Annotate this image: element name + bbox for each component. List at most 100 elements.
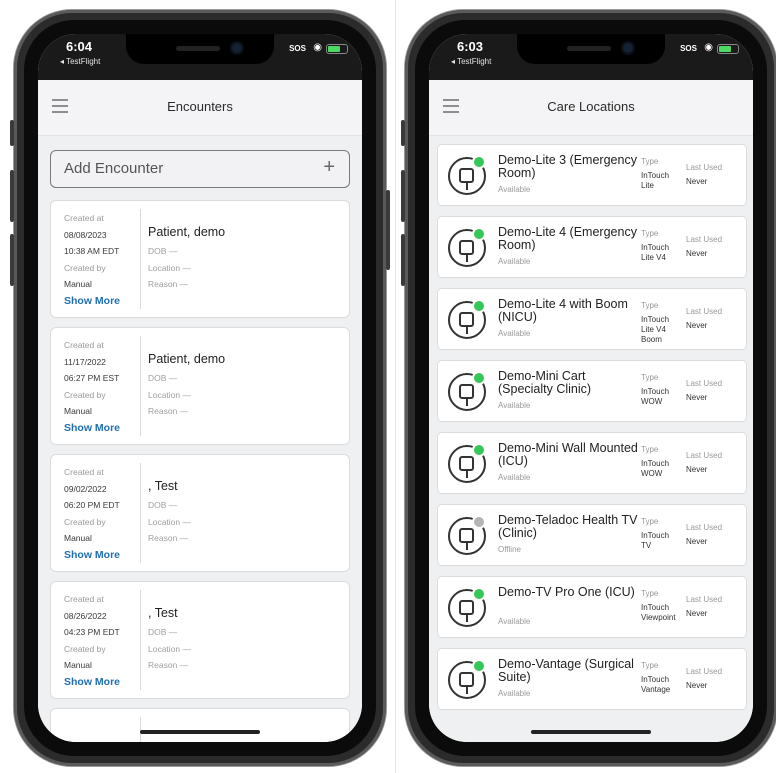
speaker [176,46,220,51]
back-to-testflight-link[interactable]: ◂ TestFlight [451,57,491,66]
device-screen-shape [459,240,474,255]
online-status-icon [472,587,486,601]
created-by-value: Manual [64,279,92,289]
patient-name: Patient, demo [148,225,226,239]
online-status-icon [472,299,486,313]
home-indicator[interactable] [531,730,651,734]
notch [517,34,665,64]
created-at-label: Created at [64,467,104,477]
device-screen-shape [459,384,474,399]
created-time: 06:20 PM EDT [64,500,120,510]
mute-switch [10,120,14,146]
availability-status: Offline [498,545,521,554]
device-stand-shape [466,471,468,478]
type-label: Type [641,589,659,598]
card-divider [140,336,141,436]
location-name: Demo-TV Pro One (ICU) [498,585,635,599]
encounter-card[interactable]: Created at 11/17/2022 06:27 PM EST Creat… [50,327,350,445]
device-type: InTouch Lite V4 [641,243,670,262]
status-time: 6:04 [66,39,93,54]
device-type: InTouch Viewpoint [641,603,676,622]
device-screen-shape [459,456,474,471]
device-stand-shape [466,327,468,334]
back-to-testflight-link[interactable]: ◂ TestFlight [60,57,100,66]
last-used-label: Last Used [686,307,723,316]
show-more-link[interactable]: Show More [64,547,142,564]
care-location-card[interactable]: Demo-Mini Wall Mounted (ICU) Available Typ… [437,432,747,494]
online-status-icon [472,371,486,385]
home-indicator[interactable] [140,730,260,734]
last-used-value: Never [686,537,708,546]
care-location-card[interactable]: Demo-Lite 3 (Emergency Room) Available Typ… [437,144,747,206]
availability-status: Available [498,617,531,626]
reason-field: Reason — [148,533,189,543]
online-status-icon [472,155,486,169]
power-button [386,190,390,270]
location-name: Demo-Lite 4 (Emergency Room) [498,225,637,252]
created-date: 08/26/2022 [64,610,107,621]
encounters-list: Add Encounter + Created at 08/08/2023 10… [38,136,362,742]
encounter-card[interactable] [50,708,350,742]
device-screen-shape [459,312,474,327]
notch [126,34,274,64]
last-used-label: Last Used [686,235,723,244]
add-encounter-button[interactable]: Add Encounter + [50,150,350,188]
created-time: 10:38 AM EDT [64,246,120,256]
device-stand-shape [466,615,468,622]
dob-field: DOB — [148,627,178,637]
care-location-card[interactable]: Demo-Mini Cart (Specialty Clinic) Availab… [437,360,747,422]
app-header: Encounters [38,80,362,136]
type-label: Type [641,157,659,166]
online-status-icon [472,227,486,241]
plus-icon: + [323,156,335,178]
sos-indicator: SOS [289,44,306,53]
mute-switch [401,120,405,146]
care-location-card[interactable]: Demo-Lite 4 (Emergency Room) Available Typ… [437,216,747,278]
encounter-card[interactable]: Created at 08/26/2022 04:23 PM EDT Creat… [50,581,350,699]
reason-field: Reason — [148,406,189,416]
online-status-icon [472,443,486,457]
care-locations-screen: 6:03 ◂ TestFlight SOS ◉ Care Locations D… [429,34,753,742]
last-used-label: Last Used [686,379,723,388]
battery-icon [717,44,739,54]
patient-name: , Test [148,479,178,493]
device-type: InTouch Vantage [641,675,671,694]
last-used-value: Never [686,609,708,618]
last-used-value: Never [686,681,708,690]
panel-divider [395,0,396,773]
created-date: 08/08/2023 [64,229,107,240]
phone-frame-care-locations: 6:03 ◂ TestFlight SOS ◉ Care Locations D… [401,10,776,766]
care-location-card[interactable]: Demo-Teladoc Health TV (Clinic) Offline Ty… [437,504,747,566]
last-used-value: Never [686,321,708,330]
phone-frame-encounters: 6:04 ◂ TestFlight SOS ◉ Encounters Add E… [10,10,390,766]
status-time: 6:03 [457,39,484,54]
care-location-card[interactable]: Demo-Vantage (Surgical Suite) Available Ty… [437,648,747,710]
device-type: InTouch TV [641,531,670,550]
device-type: InTouch Lite [641,171,670,190]
volume-down-button [401,234,405,286]
location-name: Demo-Mini Wall Mounted (ICU) [498,441,638,468]
created-date: 09/02/2022 [64,483,107,494]
care-location-card[interactable]: Demo-TV Pro One (ICU) Available Type InTouc… [437,576,747,638]
screenshot-stage: 6:04 ◂ TestFlight SOS ◉ Encounters Add E… [0,0,776,773]
last-used-value: Never [686,177,708,186]
camera [232,43,242,53]
show-more-link[interactable]: Show More [64,420,142,437]
show-more-link[interactable]: Show More [64,674,142,691]
device-type: InTouch WOW [641,459,670,478]
device-screen-shape [459,168,474,183]
volume-down-button [10,234,14,286]
last-used-value: Never [686,249,708,258]
card-divider [140,590,141,690]
last-used-label: Last Used [686,595,723,604]
show-more-link[interactable]: Show More [64,293,142,310]
created-by-value: Manual [64,406,92,416]
care-location-card[interactable]: Demo-Lite 4 with Boom (NICU) Available Typ… [437,288,747,350]
device-type: InTouch WOW [641,387,670,406]
availability-status: Available [498,185,531,194]
device-stand-shape [466,543,468,550]
encounter-card[interactable]: Created at 09/02/2022 06:20 PM EDT Creat… [50,454,350,572]
encounter-card[interactable]: Created at 08/08/2023 10:38 AM EDT Creat… [50,200,350,318]
location-name: Demo-Lite 3 (Emergency Room) [498,153,637,180]
location-name: Demo-Vantage (Surgical Suite) [498,657,634,684]
